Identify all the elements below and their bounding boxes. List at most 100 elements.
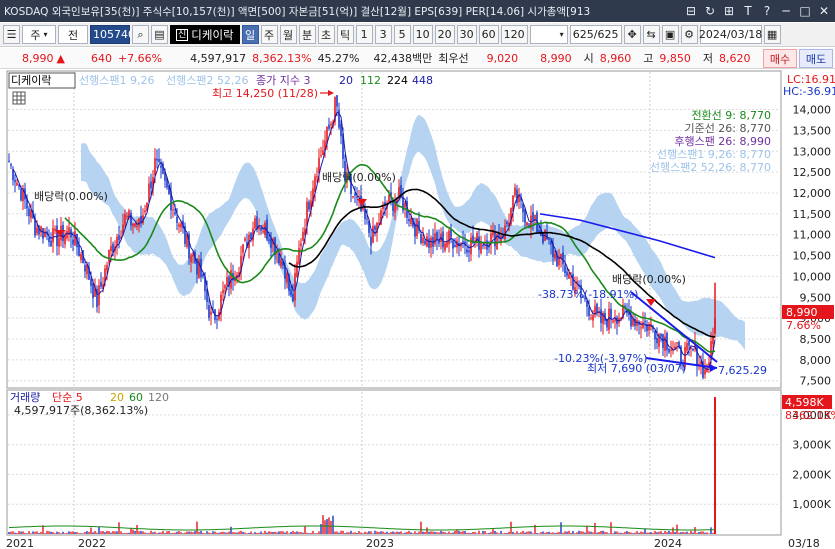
volume-bar xyxy=(276,532,278,534)
volume-bar xyxy=(134,530,136,534)
volume-bar xyxy=(62,531,64,534)
period-weekly-button[interactable]: 주 xyxy=(260,25,278,44)
help-icon[interactable]: ? xyxy=(759,3,775,19)
volume-bar xyxy=(390,531,392,534)
volume-bar xyxy=(110,532,112,534)
volume-bar xyxy=(292,530,294,534)
candle-body xyxy=(446,241,448,247)
volume-bar xyxy=(432,531,434,534)
candle-body xyxy=(28,208,30,217)
interval-1-button[interactable]: 1 xyxy=(355,25,373,44)
volume-bar xyxy=(224,532,226,534)
compare-icon[interactable]: ⇆ xyxy=(642,25,660,44)
chart-area[interactable]: 14,000 13,500 13,000 12,500 12,000 11,500 11,0… xyxy=(0,70,835,549)
expand-icon[interactable]: ⊞ xyxy=(721,3,737,19)
interval-60-button[interactable]: 60 xyxy=(478,25,499,44)
ichimoku-span1: 선행스팬1 9,26: 8,770 xyxy=(657,148,771,161)
candle-body xyxy=(134,223,136,227)
candle-body xyxy=(506,222,508,225)
interval-5-button[interactable]: 5 xyxy=(393,25,411,44)
candle-body xyxy=(548,239,550,241)
period-monthly-button[interactable]: 월 xyxy=(279,25,297,44)
candle-body xyxy=(596,303,598,313)
grid-menu-icon[interactable]: ☰ xyxy=(3,25,20,44)
volume-bar xyxy=(378,531,380,534)
minimize-panel-icon[interactable]: ⊟ xyxy=(683,3,699,19)
volume-bar xyxy=(162,530,164,534)
volume-bar xyxy=(226,532,228,534)
search-icon[interactable]: ⌕ xyxy=(132,25,149,44)
interval-3-button[interactable]: 3 xyxy=(374,25,392,44)
date-field[interactable]: 2024/03/18 xyxy=(699,25,762,44)
price-tick-label: 11,500 xyxy=(793,208,832,221)
close-icon[interactable]: ✕ xyxy=(816,3,832,19)
calendar-icon[interactable]: ▦ xyxy=(763,25,781,44)
volume-bar xyxy=(286,531,288,534)
volume-bar xyxy=(164,533,166,534)
volume-bar xyxy=(370,531,372,534)
volume-bar xyxy=(34,531,36,534)
stock-code-input[interactable]: 105740 xyxy=(90,25,135,44)
volume-bar xyxy=(356,532,358,534)
volume-bar xyxy=(108,531,110,534)
stock-chart[interactable]: 14,000 13,500 13,000 12,500 12,000 11,500 11,0… xyxy=(0,70,835,549)
volume-bar xyxy=(234,532,236,534)
period-second-button[interactable]: 초 xyxy=(317,25,335,44)
volume-bar xyxy=(256,532,258,534)
volume-bar xyxy=(58,532,60,534)
vol-legend-ma20: 20 xyxy=(110,391,124,404)
interval-20-button[interactable]: 20 xyxy=(434,25,455,44)
candle-body xyxy=(422,237,424,243)
period-daily-button[interactable]: 일 xyxy=(241,25,259,44)
volume-bar xyxy=(406,532,408,534)
vol-legend-volume: 거래량 xyxy=(10,391,40,404)
volume-bar xyxy=(90,527,92,534)
volume-bar xyxy=(696,533,698,534)
dividend-label-1: 배당락(0.00%) xyxy=(34,190,108,203)
volume-bar xyxy=(574,533,576,534)
interval-30-button[interactable]: 30 xyxy=(456,25,477,44)
volume-bar xyxy=(446,533,448,534)
volume-bar xyxy=(264,530,266,534)
candle-body xyxy=(296,261,298,277)
stock-name-box[interactable]: 신 디케이락 xyxy=(170,25,240,44)
candle-body xyxy=(208,305,210,318)
volume-bar xyxy=(540,532,542,534)
code-list-icon[interactable]: ▤ xyxy=(151,25,168,44)
volume-bar xyxy=(220,531,222,534)
text-icon[interactable]: T xyxy=(740,3,756,19)
candle-body xyxy=(640,327,642,329)
cursor-icon[interactable]: ✥ xyxy=(623,25,641,44)
price-tick-label: 13,000 xyxy=(793,145,832,158)
volume-bar xyxy=(82,533,84,534)
minimize-icon[interactable]: ─ xyxy=(778,3,794,19)
volume-bar xyxy=(124,532,126,534)
code-mode-select[interactable]: 전 xyxy=(58,25,88,44)
refresh-icon[interactable]: ↻ xyxy=(702,3,718,19)
save-icon[interactable]: ▣ xyxy=(661,25,679,44)
candle-body xyxy=(56,225,58,247)
period-minute-button[interactable]: 분 xyxy=(298,25,316,44)
candle-body xyxy=(58,237,60,247)
buy-button[interactable]: 매수 xyxy=(763,49,797,68)
market-select[interactable]: 주 ▾ xyxy=(22,25,56,44)
current-price: 8,990 xyxy=(22,51,54,65)
volume-bar xyxy=(314,533,316,534)
volume-bar xyxy=(568,530,570,534)
volume-bar xyxy=(312,530,314,534)
price-tick-label: 7,500 xyxy=(800,375,832,388)
interval-10-button[interactable]: 10 xyxy=(412,25,433,44)
maximize-icon[interactable]: □ xyxy=(797,3,813,19)
grid-toggle-icon[interactable] xyxy=(12,91,26,105)
volume-bar xyxy=(494,530,496,534)
volume-bar xyxy=(480,533,482,534)
interval-120-button[interactable]: 120 xyxy=(500,25,528,44)
interval-input[interactable]: ▾ xyxy=(529,25,568,44)
page-count-field[interactable]: 625/625 xyxy=(569,25,622,44)
candle-body xyxy=(108,249,110,262)
volume-bar xyxy=(294,532,296,534)
candle-body xyxy=(600,309,602,323)
settings-icon[interactable]: ⚙ xyxy=(680,25,698,44)
period-tick-button[interactable]: 틱 xyxy=(336,25,354,44)
sell-button[interactable]: 매도 xyxy=(799,49,833,68)
